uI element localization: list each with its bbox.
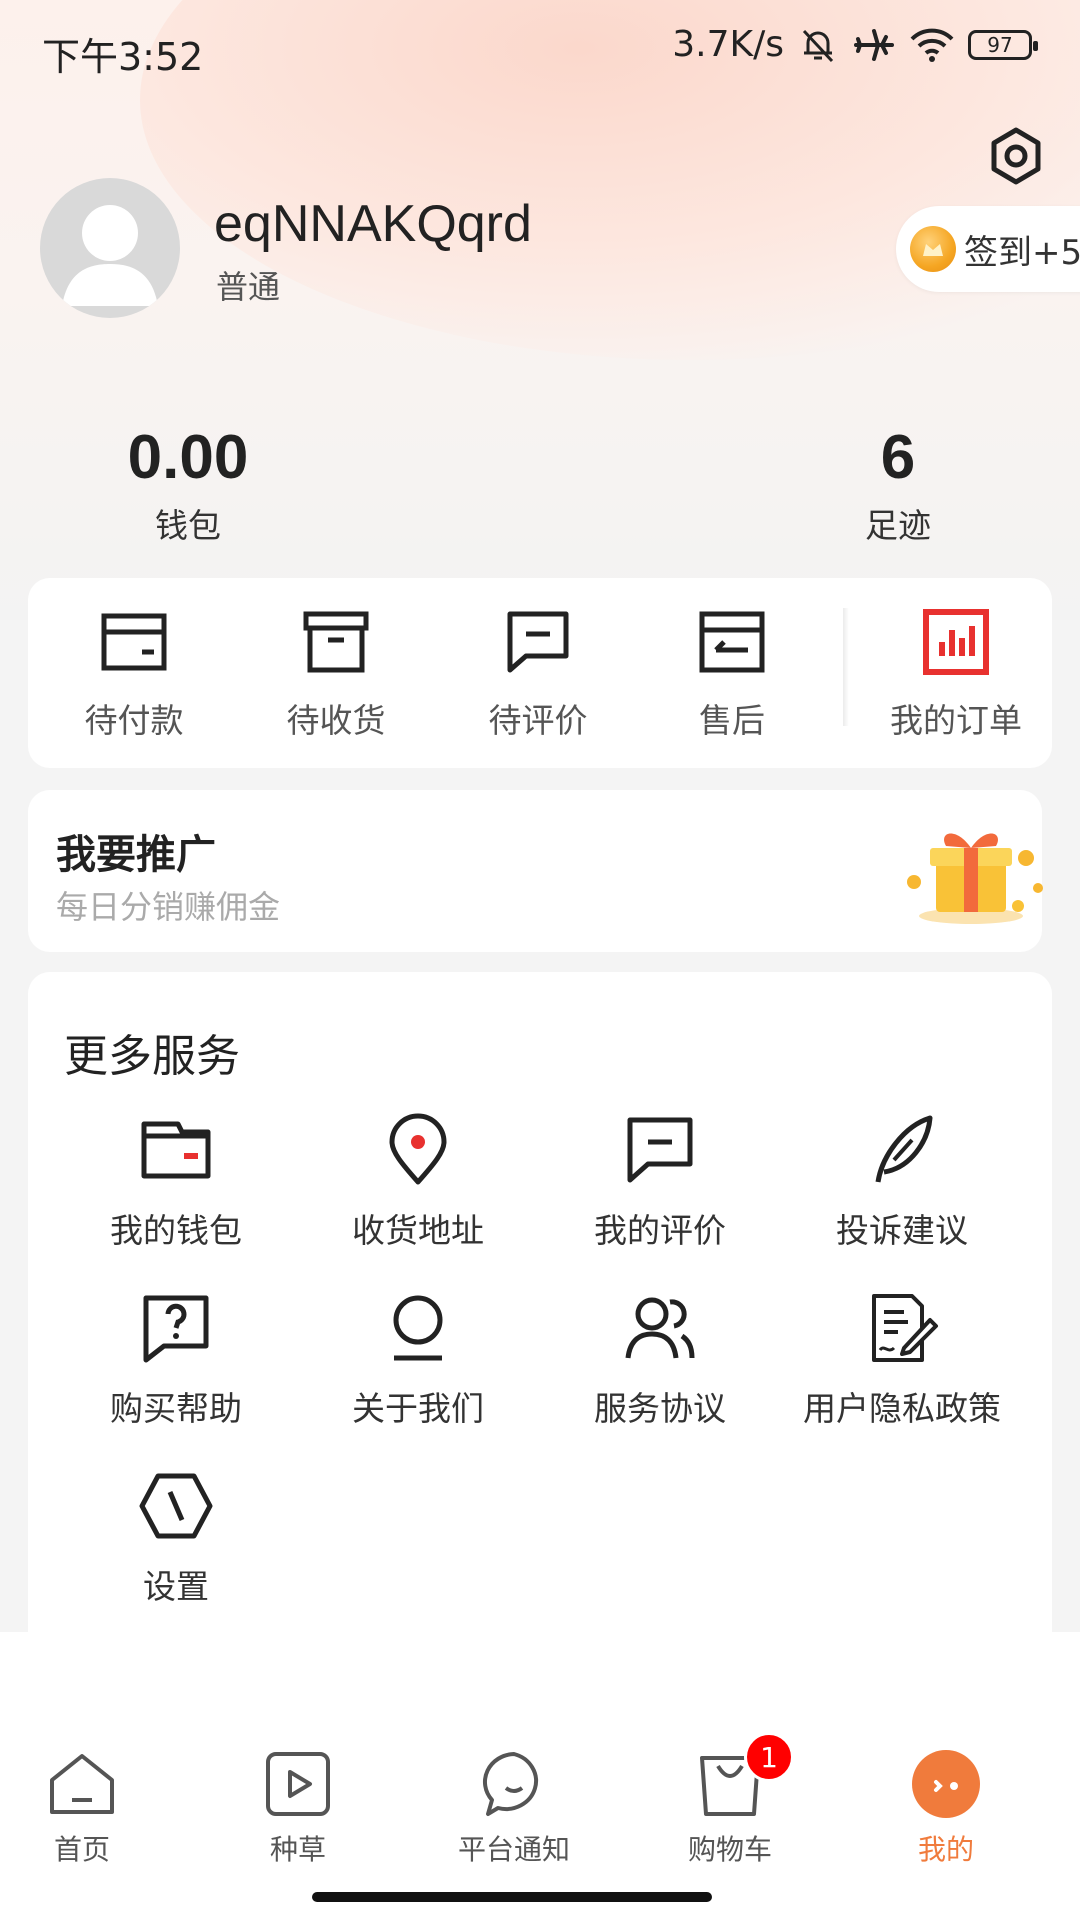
comment-icon (502, 606, 574, 678)
service-shipping-address[interactable]: 收货地址 (298, 1112, 538, 1252)
service-label: 服务协议 (594, 1389, 726, 1428)
wallet-card-icon (98, 606, 170, 678)
tab-notifications[interactable]: 平台通知 (434, 1748, 594, 1868)
tab-label: 种草 (269, 1833, 326, 1866)
status-time: 下午3:52 (42, 35, 204, 79)
wallet-stat[interactable]: 0.00 钱包 (88, 422, 288, 547)
tab-cart[interactable]: 1 购物车 (650, 1732, 810, 1868)
tab-label: 首页 (53, 1833, 110, 1866)
wifi-icon (910, 27, 954, 63)
shopping-bag-icon: 1 (694, 1732, 794, 1820)
avatar[interactable] (40, 178, 180, 318)
wallet-label: 钱包 (155, 506, 221, 545)
service-label: 用户隐私政策 (803, 1389, 1001, 1428)
profile-face-icon (910, 1748, 982, 1820)
person-icon (380, 1290, 456, 1366)
service-label: 我的钱包 (110, 1211, 242, 1250)
tab-discover[interactable]: 种草 (218, 1748, 378, 1868)
bar-chart-icon (920, 606, 992, 678)
order-label: 待评价 (488, 701, 588, 740)
service-agreement[interactable]: 服务协议 (540, 1290, 780, 1430)
chat-bubble-icon (478, 1748, 550, 1820)
services-card: 更多服务 我的钱包 收货地址 我的评价 投诉建议 购买帮助 关于我们 服务协议 … (28, 972, 1052, 1692)
checkin-button[interactable]: 签到+5 (896, 206, 1080, 292)
service-purchase-help[interactable]: 购买帮助 (56, 1290, 296, 1430)
service-label: 购买帮助 (110, 1389, 242, 1428)
settings-button[interactable] (984, 124, 1048, 188)
wallet-icon (138, 1112, 214, 1188)
service-label: 设置 (143, 1567, 209, 1606)
tab-label: 购物车 (687, 1833, 772, 1866)
service-settings[interactable]: 设置 (56, 1468, 296, 1608)
network-speed: 3.7K/s (672, 24, 784, 65)
service-privacy-policy[interactable]: 用户隐私政策 (782, 1290, 1022, 1430)
service-label: 我的评价 (594, 1211, 726, 1250)
bottom-tab-bar: 首页 种草 平台通知 1 购物车 我的 (0, 1632, 1080, 1920)
hexagon-settings-icon (138, 1468, 214, 1544)
return-icon (696, 606, 768, 678)
battery-indicator: 97 (968, 29, 1038, 60)
order-label: 待收货 (286, 701, 386, 740)
promo-title: 我要推广 (56, 832, 216, 878)
footprint-label: 足迹 (865, 506, 931, 545)
comment-icon (622, 1112, 698, 1188)
default-avatar-icon (62, 205, 158, 306)
order-pending-receipt[interactable]: 待收货 (256, 606, 416, 742)
users-icon (622, 1290, 698, 1366)
checkin-label: 签到+5 (964, 232, 1080, 273)
footprint-stat[interactable]: 6 足迹 (798, 422, 998, 547)
service-label: 关于我们 (352, 1389, 484, 1428)
status-bar: 下午3:52 3.7K/s 97 (0, 0, 1080, 96)
cart-badge: 1 (744, 1732, 794, 1782)
service-label: 收货地址 (352, 1211, 484, 1250)
order-after-sales[interactable]: 售后 (652, 606, 812, 742)
orders-card: 待付款 待收货 待评价 售后 我的订单 (28, 578, 1052, 768)
coin-icon (910, 226, 956, 272)
home-indicator[interactable] (312, 1892, 712, 1902)
order-pending-payment[interactable]: 待付款 (54, 606, 214, 742)
tab-label: 我的 (917, 1833, 974, 1866)
bell-muted-icon (798, 25, 838, 65)
order-label: 待付款 (84, 701, 184, 740)
location-pin-icon (380, 1112, 456, 1188)
help-icon (138, 1290, 214, 1366)
airplane-icon (852, 25, 896, 65)
service-feedback[interactable]: 投诉建议 (782, 1112, 1022, 1252)
service-my-wallet[interactable]: 我的钱包 (56, 1112, 296, 1252)
service-my-reviews[interactable]: 我的评价 (540, 1112, 780, 1252)
archive-box-icon (300, 606, 372, 678)
gift-box-icon (896, 818, 1046, 928)
promo-card[interactable]: 我要推广 每日分销赚佣金 (28, 790, 1043, 952)
member-level: 普通 (216, 268, 281, 306)
feather-icon (864, 1112, 940, 1188)
footprint-count: 6 (880, 423, 916, 492)
divider (843, 608, 849, 726)
settings-hex-icon (991, 127, 1041, 185)
tab-label: 平台通知 (457, 1833, 570, 1866)
service-label: 投诉建议 (836, 1211, 968, 1250)
my-orders-label: 我的订单 (890, 701, 1022, 740)
document-sign-icon (864, 1290, 940, 1366)
order-label: 售后 (699, 701, 765, 740)
tab-me[interactable]: 我的 (866, 1748, 1026, 1868)
home-icon (46, 1748, 118, 1820)
service-about-us[interactable]: 关于我们 (298, 1290, 538, 1430)
promo-subtitle: 每日分销赚佣金 (56, 888, 281, 926)
username: eqNNAKQqrd (214, 195, 532, 253)
services-title: 更多服务 (64, 1031, 240, 1082)
tab-home[interactable]: 首页 (2, 1748, 162, 1868)
my-orders-button[interactable]: 我的订单 (876, 606, 1036, 742)
order-pending-review[interactable]: 待评价 (458, 606, 618, 742)
video-play-icon (262, 1748, 334, 1820)
wallet-balance: 0.00 (127, 423, 249, 492)
